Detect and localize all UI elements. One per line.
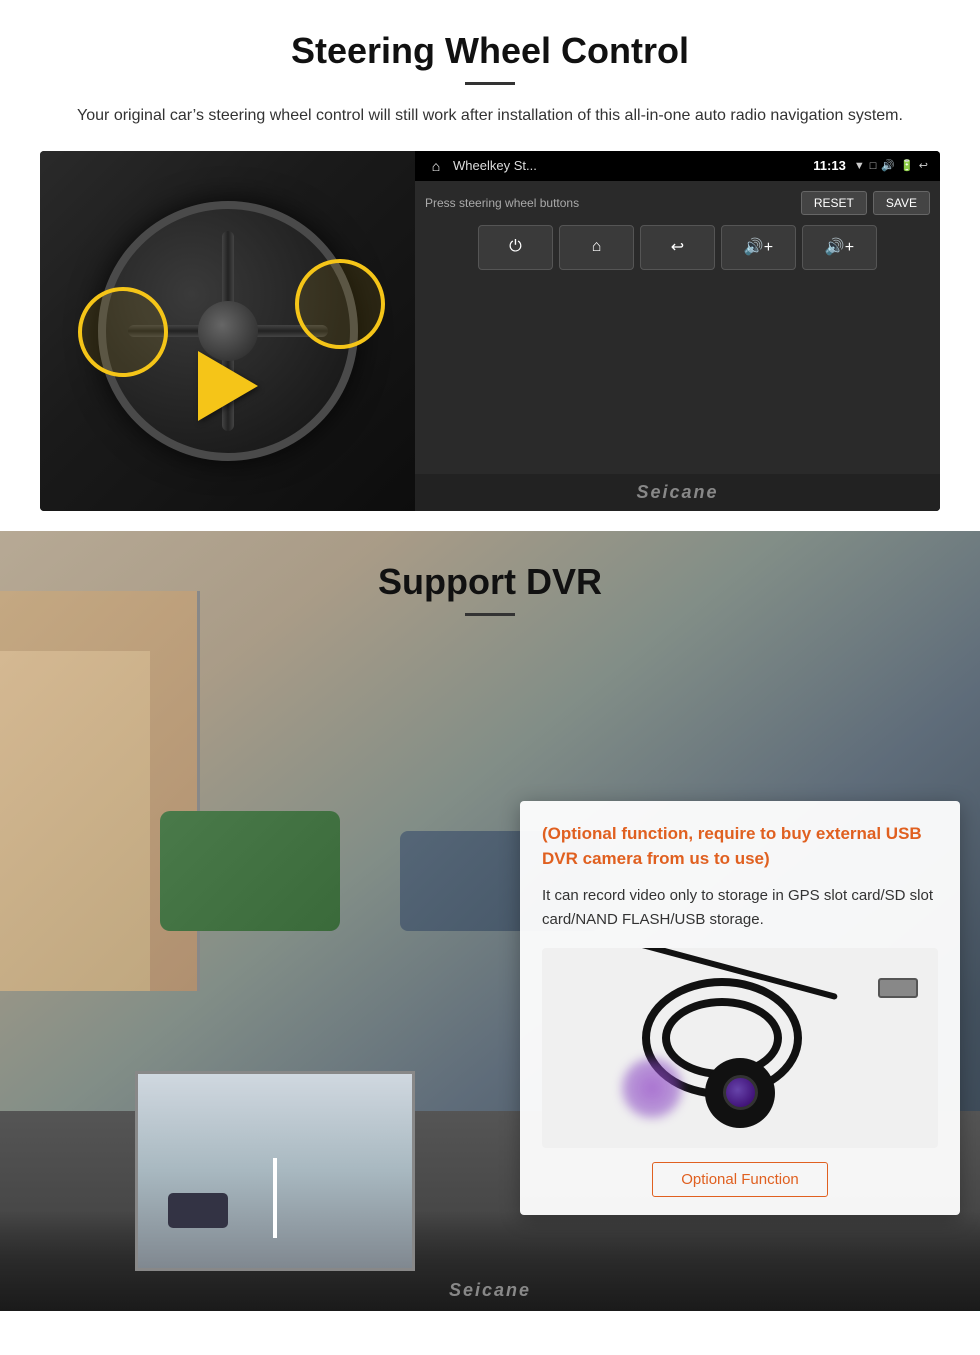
android-content: Press steering wheel buttons RESET SAVE …: [415, 181, 940, 474]
highlight-circle-left: [78, 287, 168, 377]
steering-wheel-buttons-row: ⏻ ⌂ ↩ 🔊+ 🔊+: [425, 225, 930, 270]
battery-icon: 🔋: [900, 159, 914, 172]
reset-button[interactable]: RESET: [801, 191, 867, 215]
steering-title: Steering Wheel Control: [40, 30, 940, 72]
footage-car: [168, 1193, 228, 1228]
android-status-bar: ⌂ Wheelkey St... 11:13 ▼ □ 🔊 🔋 ↩: [415, 151, 940, 181]
android-app-name: Wheelkey St...: [453, 158, 805, 173]
steering-wheel-label-row: Press steering wheel buttons RESET SAVE: [425, 191, 930, 215]
optional-function-badge: Optional Function: [652, 1162, 828, 1197]
screenshot-icon: □: [870, 160, 877, 172]
camera-lens: [723, 1075, 758, 1110]
steering-section: Steering Wheel Control Your original car…: [0, 0, 980, 531]
sw-btn-home[interactable]: ⌂: [559, 225, 634, 270]
steering-subtitle: Your original car’s steering wheel contr…: [40, 103, 940, 129]
hedge: [160, 811, 340, 931]
sw-btn-vol-down[interactable]: 🔊+: [721, 225, 796, 270]
steering-title-divider: [465, 82, 515, 85]
building-left2: [0, 651, 150, 991]
dvr-footage-box: [135, 1071, 415, 1271]
dvr-watermark: Seicane: [449, 1280, 531, 1301]
dvr-section: Support DVR (Optional function, require …: [0, 531, 980, 1311]
save-button[interactable]: SAVE: [873, 191, 930, 215]
camera-body: [705, 1058, 775, 1128]
steering-photo: [40, 151, 415, 511]
dvr-optional-text: (Optional function, require to buy exter…: [542, 821, 938, 872]
purple-glow: [622, 1058, 682, 1118]
steering-wheel-prompt: Press steering wheel buttons: [425, 196, 579, 210]
steering-image: ⌂ Wheelkey St... 11:13 ▼ □ 🔊 🔋 ↩ Press s…: [40, 151, 940, 511]
dvr-info-card: (Optional function, require to buy exter…: [520, 801, 960, 1215]
dvr-description: It can record video only to storage in G…: [542, 884, 938, 932]
footage-inner: [138, 1074, 412, 1268]
android-home-icon: ⌂: [427, 157, 445, 175]
android-panel: ⌂ Wheelkey St... 11:13 ▼ □ 🔊 🔋 ↩ Press s…: [415, 151, 940, 511]
steering-watermark: Seicane: [415, 474, 940, 511]
volume-icon: 🔊: [881, 159, 895, 172]
dvr-title: Support DVR: [0, 531, 980, 603]
back-icon: ↩: [919, 159, 928, 172]
sw-btn-back[interactable]: ↩: [640, 225, 715, 270]
footage-road-line: [273, 1158, 277, 1238]
wifi-icon: ▼: [854, 160, 865, 172]
dvr-title-divider: [465, 613, 515, 616]
yellow-arrow: [198, 351, 258, 421]
android-clock: 11:13: [813, 158, 846, 173]
android-status-icons: ▼ □ 🔊 🔋 ↩: [854, 159, 928, 172]
highlight-circle-right: [295, 259, 385, 349]
optional-function-container: Optional Function: [542, 1162, 938, 1197]
usb-connector: [878, 978, 918, 998]
sw-btn-power[interactable]: ⏻: [478, 225, 553, 270]
dvr-camera-image: [542, 948, 938, 1148]
sw-btn-vol-up[interactable]: 🔊+: [802, 225, 877, 270]
